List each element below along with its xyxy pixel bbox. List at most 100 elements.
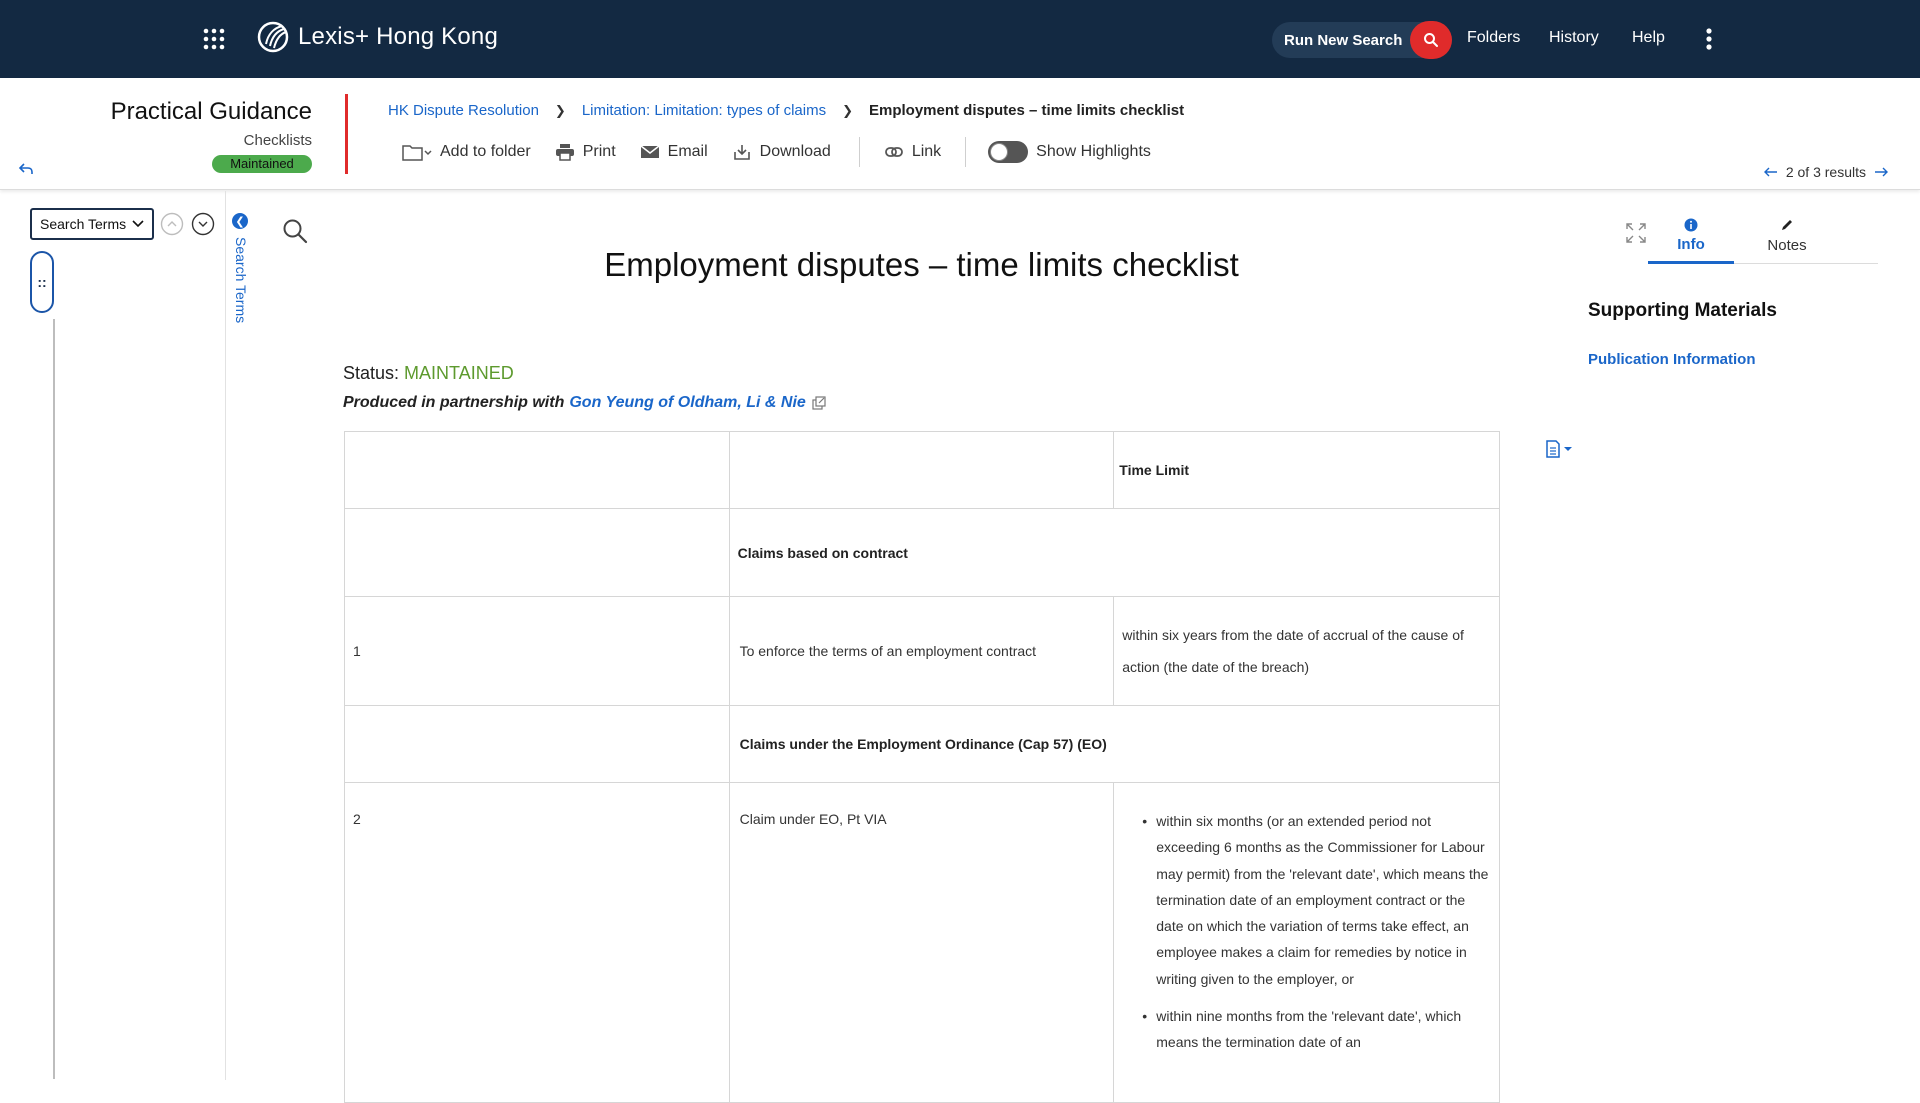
tab-notes[interactable]: Notes bbox=[1744, 218, 1830, 254]
produced-in-partnership: Produced in partnership with Gon Yeung o… bbox=[343, 394, 826, 412]
nav-history-link[interactable]: History bbox=[1549, 29, 1599, 47]
maintained-badge: Maintained bbox=[212, 155, 312, 173]
breadcrumb: HK Dispute Resolution ❯ Limitation: Limi… bbox=[388, 102, 1184, 119]
list-item: within six months (or an extended period… bbox=[1142, 808, 1491, 992]
breadcrumb-item-dispute-resolution[interactable]: HK Dispute Resolution bbox=[388, 102, 539, 119]
table-header-row: Time Limit bbox=[344, 431, 1500, 509]
download-label: Download bbox=[759, 143, 831, 160]
tab-info[interactable]: Info bbox=[1648, 218, 1734, 253]
external-link-icon[interactable] bbox=[812, 396, 826, 410]
next-term-button[interactable] bbox=[191, 212, 215, 236]
search-terms-tab-label: Search Terms bbox=[233, 237, 249, 324]
brand-name: Lexis+ bbox=[298, 23, 370, 50]
brand-suffix: Hong Kong bbox=[376, 23, 499, 50]
switch-knob bbox=[990, 143, 1009, 161]
link-label: Link bbox=[911, 143, 942, 160]
nav-help-link[interactable]: Help bbox=[1632, 29, 1665, 47]
print-button[interactable]: Print bbox=[555, 143, 616, 161]
search-button[interactable] bbox=[1410, 21, 1452, 59]
download-button[interactable]: Download bbox=[732, 143, 831, 161]
show-highlights-toggle[interactable]: Show Highlights bbox=[988, 141, 1151, 163]
claim-description: To enforce the terms of an employment co… bbox=[728, 596, 1115, 706]
column-header-time-limit: Time Limit bbox=[1113, 431, 1500, 509]
document-menu-icon[interactable] bbox=[1545, 440, 1575, 458]
download-icon bbox=[733, 145, 750, 160]
table-section-row: Claims under the Employment Ordinance (C… bbox=[344, 705, 1501, 783]
breadcrumb-current: Employment disputes – time limits checkl… bbox=[869, 102, 1185, 119]
search-terms-dropdown-label: Search Terms bbox=[40, 216, 127, 232]
print-icon bbox=[555, 144, 574, 161]
time-limits-table: Time Limit Claims based on contract 1 To… bbox=[344, 431, 1501, 1103]
next-result-icon[interactable] bbox=[1874, 167, 1888, 177]
publication-information-link[interactable]: Publication Information bbox=[1588, 351, 1756, 368]
email-icon bbox=[640, 145, 660, 158]
expand-icon[interactable] bbox=[1625, 222, 1647, 244]
partner-link[interactable]: Gon Yeung of Oldham, Li & Nie bbox=[569, 394, 805, 412]
tab-info-label: Info bbox=[1677, 236, 1705, 253]
show-highlights-label: Show Highlights bbox=[1036, 143, 1151, 160]
link-button[interactable]: Link bbox=[884, 143, 941, 161]
time-limit-description: within six years from the date of accrua… bbox=[1113, 596, 1500, 706]
active-tab-indicator bbox=[1648, 261, 1734, 264]
document-header: Practical Guidance Checklists Maintained… bbox=[0, 78, 1920, 190]
table-cell bbox=[728, 431, 1115, 509]
section-heading-contract: Claims based on contract bbox=[728, 508, 1501, 597]
table-cell bbox=[344, 508, 730, 597]
header-divider bbox=[345, 94, 348, 174]
supporting-materials-heading: Supporting Materials bbox=[1588, 300, 1777, 321]
search-terms-side-tab[interactable]: ❮ Search Terms bbox=[232, 213, 252, 343]
breadcrumb-item-limitation[interactable]: Limitation: Limitation: types of claims bbox=[582, 102, 826, 119]
table-cell bbox=[344, 705, 730, 783]
folder-icon bbox=[402, 145, 432, 161]
toolbar-divider bbox=[858, 137, 860, 167]
document-toolbar: Add to folder Print Email Download Link … bbox=[402, 137, 1151, 167]
info-icon bbox=[1684, 218, 1698, 232]
document-status: Status: MAINTAINED bbox=[343, 363, 514, 384]
search-icon bbox=[1424, 33, 1438, 47]
table-cell bbox=[344, 431, 730, 509]
document-search-icon[interactable] bbox=[281, 217, 309, 245]
time-limit-list: within six months (or an extended period… bbox=[1122, 808, 1491, 1056]
print-label: Print bbox=[582, 143, 616, 160]
highlights-switch[interactable] bbox=[988, 141, 1029, 163]
table-section-row: Claims based on contract bbox=[344, 508, 1501, 597]
produced-prefix: Produced in partnership with bbox=[343, 394, 565, 411]
add-to-folder-label: Add to folder bbox=[440, 143, 531, 160]
results-navigation: 2 of 3 results bbox=[1763, 164, 1888, 180]
tab-notes-label: Notes bbox=[1767, 237, 1807, 254]
email-label: Email bbox=[667, 143, 708, 160]
section-heading-eo: Claims under the Employment Ordinance (C… bbox=[728, 705, 1501, 783]
time-limit-description: within six months (or an extended period… bbox=[1113, 782, 1500, 1103]
panel-scrollbar[interactable] bbox=[53, 319, 55, 1079]
table-row: 2 Claim under EO, Pt VIA within six mont… bbox=[344, 782, 1500, 1103]
document-title: Employment disputes – time limits checkl… bbox=[604, 246, 1239, 283]
collapse-left-icon[interactable]: ❮ bbox=[232, 213, 248, 229]
status-value: MAINTAINED bbox=[404, 363, 514, 383]
search-terms-dropdown[interactable]: Search Terms bbox=[30, 208, 154, 240]
results-count: 2 of 3 results bbox=[1785, 164, 1866, 180]
chevron-up-circle-icon bbox=[160, 212, 184, 236]
module-subtitle: Checklists bbox=[243, 132, 312, 149]
panel-resize-handle[interactable]: :: bbox=[30, 251, 54, 313]
email-button[interactable]: Email bbox=[640, 143, 708, 161]
add-to-folder-button[interactable]: Add to folder bbox=[402, 142, 531, 162]
pencil-icon bbox=[1782, 220, 1792, 230]
previous-term-button[interactable] bbox=[160, 212, 184, 236]
brand-logo[interactable]: Lexis+ Hong Kong bbox=[256, 20, 498, 54]
previous-result-icon[interactable] bbox=[1763, 167, 1778, 177]
apps-grid-icon[interactable] bbox=[202, 27, 226, 51]
back-arrow-icon[interactable] bbox=[18, 162, 34, 176]
chevron-down-circle-icon bbox=[191, 212, 215, 236]
chevron-down-icon bbox=[132, 220, 144, 228]
claim-description: Claim under EO, Pt VIA bbox=[728, 782, 1115, 1103]
row-number: 2 bbox=[344, 782, 730, 1103]
chevron-right-icon: ❯ bbox=[842, 102, 853, 118]
nav-folders-link[interactable]: Folders bbox=[1467, 29, 1520, 47]
more-options-icon[interactable] bbox=[1700, 27, 1718, 51]
module-title[interactable]: Practical Guidance bbox=[111, 98, 312, 126]
chevron-right-icon: ❯ bbox=[554, 102, 566, 118]
row-number: 1 bbox=[344, 596, 730, 706]
search-terms-panel: Search Terms :: bbox=[0, 191, 226, 1080]
lexis-logo-icon bbox=[256, 20, 290, 54]
top-navigation-bar: Lexis+ Hong Kong Run New Search Folders … bbox=[0, 0, 1920, 78]
